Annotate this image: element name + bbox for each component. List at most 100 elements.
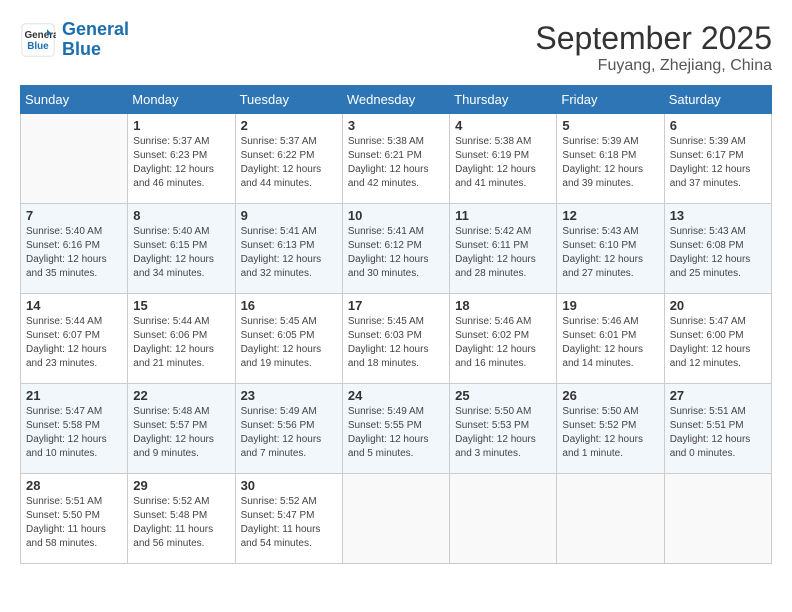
weekday-header-row: SundayMondayTuesdayWednesdayThursdayFrid… bbox=[21, 86, 772, 114]
calendar-cell: 20 Sunrise: 5:47 AMSunset: 6:00 PMDayligh… bbox=[664, 294, 771, 384]
day-number: 15 bbox=[133, 298, 229, 313]
calendar-cell: 7 Sunrise: 5:40 AMSunset: 6:16 PMDaylight… bbox=[21, 204, 128, 294]
day-number: 5 bbox=[562, 118, 658, 133]
day-number: 2 bbox=[241, 118, 337, 133]
day-number: 16 bbox=[241, 298, 337, 313]
day-number: 19 bbox=[562, 298, 658, 313]
day-info: Sunrise: 5:48 AMSunset: 5:57 PMDaylight:… bbox=[133, 405, 229, 461]
calendar-cell: 18 Sunrise: 5:46 AMSunset: 6:02 PMDayligh… bbox=[450, 294, 557, 384]
day-number: 6 bbox=[670, 118, 766, 133]
weekday-header-tuesday: Tuesday bbox=[235, 86, 342, 114]
day-number: 13 bbox=[670, 208, 766, 223]
weekday-header-monday: Monday bbox=[128, 86, 235, 114]
weekday-header-saturday: Saturday bbox=[664, 86, 771, 114]
calendar-cell: 11Sunrise: 5:42 AMSunset: 6:11 PMDayligh… bbox=[450, 204, 557, 294]
day-info: Sunrise: 5:47 AMSunset: 6:00 PMDaylight:… bbox=[670, 315, 766, 371]
calendar-cell: 26Sunrise: 5:50 AMSunset: 5:52 PMDayligh… bbox=[557, 384, 664, 474]
svg-text:General: General bbox=[25, 30, 57, 41]
day-info: Sunrise: 5:49 AMSunset: 5:56 PMDaylight:… bbox=[241, 405, 337, 461]
calendar-cell: 10Sunrise: 5:41 AMSunset: 6:12 PMDayligh… bbox=[342, 204, 449, 294]
day-number: 30 bbox=[241, 478, 337, 493]
page-header: General Blue General Blue September 2025… bbox=[20, 20, 772, 75]
day-info: Sunrise: 5:40 AMSunset: 6:15 PMDaylight:… bbox=[133, 225, 229, 281]
day-info: Sunrise: 5:44 AMSunset: 6:07 PMDaylight:… bbox=[26, 315, 122, 371]
calendar-cell: 2 Sunrise: 5:37 AMSunset: 6:22 PMDaylight… bbox=[235, 114, 342, 204]
day-number: 8 bbox=[133, 208, 229, 223]
day-info: Sunrise: 5:40 AMSunset: 6:16 PMDaylight:… bbox=[26, 225, 122, 281]
calendar-cell bbox=[557, 474, 664, 564]
day-number: 23 bbox=[241, 388, 337, 403]
calendar-cell: 13 Sunrise: 5:43 AMSunset: 6:08 PMDayligh… bbox=[664, 204, 771, 294]
day-info: Sunrise: 5:49 AMSunset: 5:55 PMDaylight:… bbox=[348, 405, 444, 461]
day-number: 27 bbox=[670, 388, 766, 403]
day-info: Sunrise: 5:41 AMSunset: 6:13 PMDaylight:… bbox=[241, 225, 337, 281]
calendar-cell: 3Sunrise: 5:38 AMSunset: 6:21 PMDaylight… bbox=[342, 114, 449, 204]
calendar-cell: 8 Sunrise: 5:40 AMSunset: 6:15 PMDaylight… bbox=[128, 204, 235, 294]
weekday-header-wednesday: Wednesday bbox=[342, 86, 449, 114]
day-number: 1 bbox=[133, 118, 229, 133]
day-info: Sunrise: 5:37 AMSunset: 6:23 PMDaylight:… bbox=[133, 135, 229, 191]
day-number: 22 bbox=[133, 388, 229, 403]
logo-text: General Blue bbox=[62, 20, 129, 60]
calendar-cell: 27 Sunrise: 5:51 AMSunset: 5:51 PMDayligh… bbox=[664, 384, 771, 474]
day-info: Sunrise: 5:41 AMSunset: 6:12 PMDaylight:… bbox=[348, 225, 444, 281]
day-number: 7 bbox=[26, 208, 122, 223]
calendar-body: 1 Sunrise: 5:37 AMSunset: 6:23 PMDaylight… bbox=[21, 114, 772, 564]
calendar-cell: 25 Sunrise: 5:50 AMSunset: 5:53 PMDayligh… bbox=[450, 384, 557, 474]
logo-icon: General Blue bbox=[20, 22, 56, 58]
day-number: 20 bbox=[670, 298, 766, 313]
calendar-cell: 21Sunrise: 5:47 AMSunset: 5:58 PMDayligh… bbox=[21, 384, 128, 474]
calendar-cell bbox=[664, 474, 771, 564]
day-number: 28 bbox=[26, 478, 122, 493]
calendar-week-4: 21Sunrise: 5:47 AMSunset: 5:58 PMDayligh… bbox=[21, 384, 772, 474]
day-info: Sunrise: 5:52 AMSunset: 5:48 PMDaylight:… bbox=[133, 495, 229, 551]
day-info: Sunrise: 5:39 AMSunset: 6:18 PMDaylight:… bbox=[562, 135, 658, 191]
day-info: Sunrise: 5:52 AMSunset: 5:47 PMDaylight:… bbox=[241, 495, 337, 551]
day-number: 25 bbox=[455, 388, 551, 403]
day-number: 14 bbox=[26, 298, 122, 313]
day-info: Sunrise: 5:37 AMSunset: 6:22 PMDaylight:… bbox=[241, 135, 337, 191]
title-block: September 2025 Fuyang, Zhejiang, China bbox=[535, 20, 772, 75]
day-info: Sunrise: 5:42 AMSunset: 6:11 PMDaylight:… bbox=[455, 225, 551, 281]
calendar-cell bbox=[342, 474, 449, 564]
day-info: Sunrise: 5:45 AMSunset: 6:05 PMDaylight:… bbox=[241, 315, 337, 371]
logo-line1: General bbox=[62, 19, 129, 39]
calendar-week-5: 28 Sunrise: 5:51 AMSunset: 5:50 PMDayligh… bbox=[21, 474, 772, 564]
calendar-cell: 22 Sunrise: 5:48 AMSunset: 5:57 PMDayligh… bbox=[128, 384, 235, 474]
calendar-week-3: 14 Sunrise: 5:44 AMSunset: 6:07 PMDayligh… bbox=[21, 294, 772, 384]
calendar-header: SundayMondayTuesdayWednesdayThursdayFrid… bbox=[21, 86, 772, 114]
day-info: Sunrise: 5:51 AMSunset: 5:50 PMDaylight:… bbox=[26, 495, 122, 551]
day-info: Sunrise: 5:46 AMSunset: 6:01 PMDaylight:… bbox=[562, 315, 658, 371]
day-number: 18 bbox=[455, 298, 551, 313]
day-info: Sunrise: 5:51 AMSunset: 5:51 PMDaylight:… bbox=[670, 405, 766, 461]
day-info: Sunrise: 5:39 AMSunset: 6:17 PMDaylight:… bbox=[670, 135, 766, 191]
calendar-cell: 28 Sunrise: 5:51 AMSunset: 5:50 PMDayligh… bbox=[21, 474, 128, 564]
location-subtitle: Fuyang, Zhejiang, China bbox=[535, 57, 772, 75]
calendar-week-1: 1 Sunrise: 5:37 AMSunset: 6:23 PMDaylight… bbox=[21, 114, 772, 204]
day-info: Sunrise: 5:47 AMSunset: 5:58 PMDaylight:… bbox=[26, 405, 122, 461]
day-info: Sunrise: 5:50 AMSunset: 5:53 PMDaylight:… bbox=[455, 405, 551, 461]
calendar-cell: 29Sunrise: 5:52 AMSunset: 5:48 PMDayligh… bbox=[128, 474, 235, 564]
calendar-cell bbox=[450, 474, 557, 564]
calendar-cell bbox=[21, 114, 128, 204]
logo-line2: Blue bbox=[62, 39, 101, 59]
day-number: 9 bbox=[241, 208, 337, 223]
day-info: Sunrise: 5:43 AMSunset: 6:10 PMDaylight:… bbox=[562, 225, 658, 281]
day-info: Sunrise: 5:50 AMSunset: 5:52 PMDaylight:… bbox=[562, 405, 658, 461]
svg-text:Blue: Blue bbox=[27, 41, 49, 52]
calendar-cell: 30 Sunrise: 5:52 AMSunset: 5:47 PMDayligh… bbox=[235, 474, 342, 564]
day-number: 24 bbox=[348, 388, 444, 403]
calendar-cell: 24 Sunrise: 5:49 AMSunset: 5:55 PMDayligh… bbox=[342, 384, 449, 474]
day-info: Sunrise: 5:46 AMSunset: 6:02 PMDaylight:… bbox=[455, 315, 551, 371]
day-number: 12 bbox=[562, 208, 658, 223]
weekday-header-sunday: Sunday bbox=[21, 86, 128, 114]
calendar-cell: 17Sunrise: 5:45 AMSunset: 6:03 PMDayligh… bbox=[342, 294, 449, 384]
calendar-cell: 12 Sunrise: 5:43 AMSunset: 6:10 PMDayligh… bbox=[557, 204, 664, 294]
day-info: Sunrise: 5:43 AMSunset: 6:08 PMDaylight:… bbox=[670, 225, 766, 281]
month-title: September 2025 bbox=[535, 20, 772, 57]
day-number: 3 bbox=[348, 118, 444, 133]
calendar-cell: 19 Sunrise: 5:46 AMSunset: 6:01 PMDayligh… bbox=[557, 294, 664, 384]
calendar-cell: 9 Sunrise: 5:41 AMSunset: 6:13 PMDaylight… bbox=[235, 204, 342, 294]
calendar-cell: 5 Sunrise: 5:39 AMSunset: 6:18 PMDaylight… bbox=[557, 114, 664, 204]
calendar-cell: 1 Sunrise: 5:37 AMSunset: 6:23 PMDaylight… bbox=[128, 114, 235, 204]
